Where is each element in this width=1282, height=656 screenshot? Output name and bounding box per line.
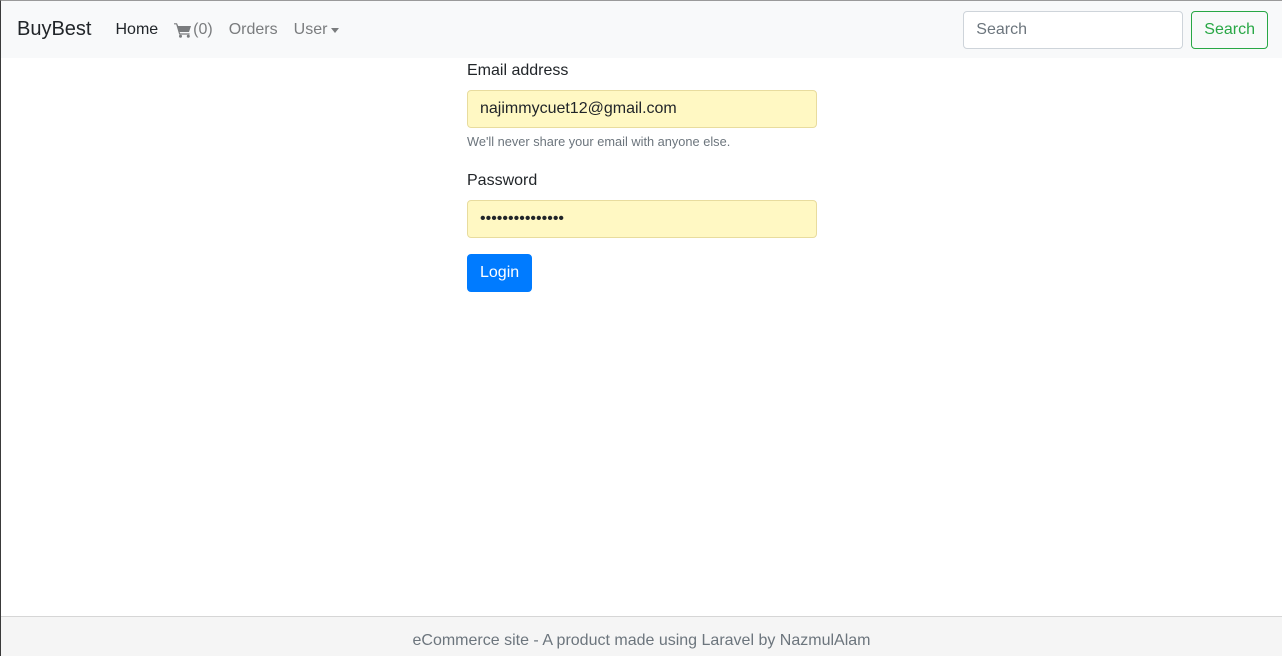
email-label: Email address	[467, 62, 569, 79]
nav-orders-link[interactable]: Orders	[229, 21, 278, 39]
nav-cart-link[interactable]: (0)	[174, 21, 213, 39]
password-label: Password	[467, 172, 538, 189]
user-dropdown-label: User	[293, 20, 328, 38]
footer-text: eCommerce site - A product made using La…	[412, 632, 871, 649]
search-input[interactable]	[963, 11, 1184, 49]
email-field[interactable]	[467, 90, 817, 128]
cart-count: (0)	[193, 20, 213, 38]
password-field[interactable]: •••••••••••••••	[467, 200, 817, 238]
search-form: Search	[963, 11, 1268, 49]
search-button[interactable]: Search	[1191, 11, 1268, 49]
login-button[interactable]: Login	[467, 254, 533, 292]
navbar: BuyBest Home (0) Orders User Search	[1, 1, 1282, 58]
login-form: Email address We'll never share your ema…	[467, 61, 817, 292]
brand-link[interactable]: BuyBest	[17, 18, 91, 41]
nav-user-dropdown[interactable]: User	[294, 21, 340, 39]
shopping-cart-icon	[174, 22, 192, 38]
page: BuyBest Home (0) Orders User Search Emai…	[0, 0, 1282, 656]
email-help-text: We'll never share your email with anyone…	[467, 134, 731, 149]
footer: eCommerce site - A product made using La…	[1, 616, 1282, 656]
caret-down-icon	[331, 27, 340, 33]
nav-home-link[interactable]: Home	[115, 21, 158, 39]
